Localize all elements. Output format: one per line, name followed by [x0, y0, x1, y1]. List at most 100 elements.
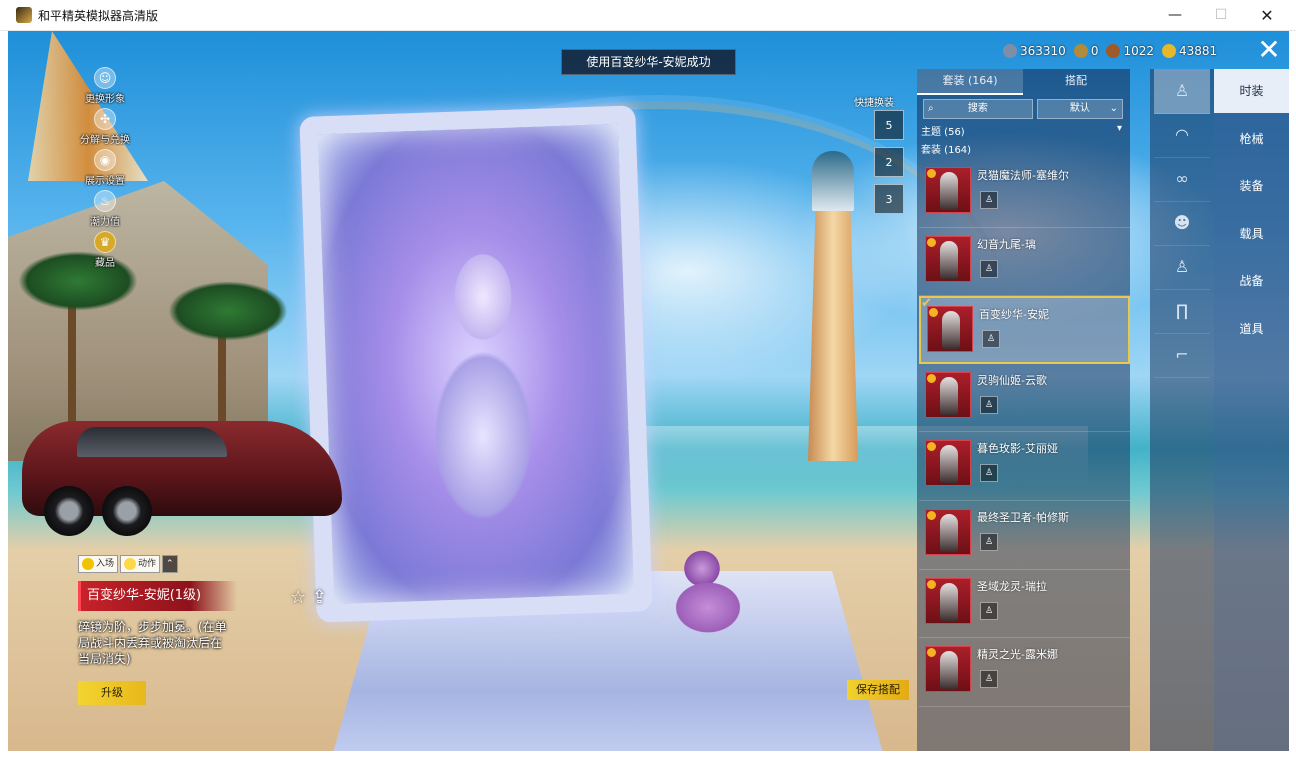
shoes-icon[interactable]: ⌐ — [1154, 333, 1210, 378]
outfit-figure — [940, 445, 958, 484]
set-list-item[interactable]: 圣域龙灵-瑞拉 ♙ — [919, 570, 1130, 639]
currency-value: 0 — [1090, 44, 1099, 58]
currency-bar: 363310 0 1022 43881 — [1003, 41, 1217, 61]
minimize-button[interactable]: — — [1152, 0, 1198, 30]
window-title: 和平精英模拟器高清版 — [38, 9, 159, 23]
tab-vehicles[interactable]: 载具 — [1214, 212, 1289, 256]
expand-button[interactable]: ⌃ — [162, 555, 178, 573]
search-input[interactable]: ⌕ 搜索 — [923, 99, 1033, 119]
set-list-item[interactable]: 幻音九尾-璃 ♙ — [919, 228, 1130, 297]
currency-token[interactable]: 1022 — [1106, 44, 1154, 58]
currency-value: 363310 — [1020, 44, 1066, 58]
set-name: 灵驹仙姬-云歌 — [977, 373, 1047, 387]
action-button[interactable]: 动作 — [120, 555, 161, 573]
entrance-label: 入场 — [96, 559, 115, 569]
quick-swap: 快捷换装 5 2 3 — [854, 94, 914, 214]
tab-sets[interactable]: 套装 (164) — [917, 69, 1023, 95]
outfit-mini-icon: ♙ — [980, 464, 998, 483]
quick-swap-slot[interactable]: 2 — [874, 147, 904, 177]
game-viewport: ☺ 更换形象 ✣ 分解与兑换 ◉ 展示设置 ♨ 潮力值 ♛ 藏品 使用百变纱华-… — [8, 31, 1289, 751]
character-model[interactable] — [428, 231, 538, 561]
quick-swap-label: 快捷换装 — [854, 98, 894, 109]
chevron-up-icon: ⌃ — [166, 559, 174, 569]
pants-icon[interactable]: ∏ — [1154, 289, 1210, 334]
close-screen-button[interactable]: ✕ — [1256, 36, 1282, 64]
lighthouse-lamp — [812, 151, 854, 211]
star-icon[interactable]: ☆ — [290, 587, 306, 608]
face-icon[interactable]: ☻ — [1154, 201, 1210, 246]
outfit-panel: 套装 (164) 搭配 ⌕ 搜索 默认 ⌄ 主题 (56) ▾ 套装 (164) — [917, 69, 1130, 751]
outfit-figure — [940, 376, 958, 415]
gem-icon — [1003, 44, 1017, 58]
app-window: 和平精英模拟器高清版 — ☐ ✕ ☺ 更换形象 ✣ 分解与兑换 ◉ 展示设置 ♨… — [0, 0, 1296, 759]
rarity-badge-icon — [927, 510, 936, 520]
tab-equipment[interactable]: 装备 — [1214, 164, 1289, 208]
entrance-button[interactable]: 入场 — [78, 555, 119, 573]
hat-icon[interactable]: ◠ — [1154, 113, 1210, 158]
set-name: 百变纱华-安妮 — [979, 308, 1049, 322]
rarity-badge-icon — [927, 648, 936, 658]
lighthouse-tower — [808, 211, 858, 461]
menu-change-appearance[interactable]: ☺ 更换形象 — [70, 67, 140, 108]
set-list-item[interactable]: 灵猫魔法师-塞维尔 ♙ — [919, 159, 1130, 228]
menu-display-settings[interactable]: ◉ 展示设置 — [70, 149, 140, 190]
outfit-mini-icon: ♙ — [980, 395, 998, 414]
sort-dropdown[interactable]: 默认 ⌄ — [1036, 99, 1123, 119]
category-icon-bar: ♙ ◠ ∞ ☻ ♙ ∏ ⌐ — [1150, 69, 1214, 751]
outfit-figure — [940, 582, 958, 621]
theme-filter[interactable]: 主题 (56) ▾ — [921, 123, 1126, 138]
vehicle-model — [22, 401, 342, 536]
person-icon: ☺ — [94, 67, 116, 89]
set-list-item-selected[interactable]: ✔ 百变纱华-安妮 ♙ — [919, 296, 1130, 364]
rarity-badge-icon — [927, 442, 936, 452]
action-label: 动作 — [138, 559, 157, 569]
flame-icon: ♨ — [94, 190, 116, 212]
set-list-item[interactable]: 暮色玫影-艾丽娅 ♙ — [919, 432, 1130, 501]
quick-swap-slot[interactable]: 3 — [874, 184, 904, 214]
set-thumbnail — [925, 646, 971, 693]
quick-swap-slot[interactable]: 5 — [874, 110, 904, 140]
close-window-button[interactable]: ✕ — [1244, 0, 1290, 30]
tab-guns[interactable]: 枪械 — [1214, 117, 1289, 161]
top-icon[interactable]: ♙ — [1154, 245, 1210, 290]
item-info: 入场 动作 ⌃ 百变纱华-安妮(1级) 碎镜为阶，步步加冕。(在单局战斗内丢弃或… — [78, 555, 318, 705]
set-name: 幻音九尾-璃 — [977, 237, 1036, 251]
tab-items[interactable]: 道具 — [1214, 307, 1289, 351]
currency-gold[interactable]: 43881 — [1162, 44, 1217, 58]
set-thumbnail — [925, 577, 971, 624]
lighthouse-decoration — [798, 131, 868, 461]
set-count: 套装 (164) — [921, 145, 972, 156]
panel-tabs: 套装 (164) 搭配 — [917, 69, 1130, 95]
set-name: 灵猫魔法师-塞维尔 — [977, 169, 1069, 182]
save-combo-button[interactable]: 保存搭配 — [847, 680, 909, 700]
swap-icon: ✣ — [94, 108, 116, 130]
outfit-mini-icon: ♙ — [982, 330, 1000, 349]
token-icon — [1106, 44, 1121, 58]
currency-gem[interactable]: 363310 — [1003, 44, 1066, 58]
crown-icon: ♛ — [94, 231, 116, 253]
outfit-icon[interactable]: ♙ — [1154, 69, 1210, 114]
set-list-item[interactable]: 精灵之光-露米娜 ♙ — [919, 638, 1130, 707]
menu-decompose-exchange[interactable]: ✣ 分解与兑换 — [70, 108, 140, 149]
item-description: 碎镜为阶，步步加冕。(在单局战斗内丢弃或被淘汰后在当局消失) — [78, 620, 227, 666]
currency-coin[interactable]: 0 — [1073, 44, 1099, 58]
share-icon[interactable]: ⇪ — [312, 587, 327, 608]
set-list-item[interactable]: 灵驹仙姬-云歌 ♙ — [919, 364, 1130, 433]
set-thumbnail — [925, 235, 971, 282]
action-row: 入场 动作 ⌃ — [78, 555, 318, 573]
rarity-badge-icon — [929, 308, 938, 318]
set-list: 灵猫魔法师-塞维尔 ♙ 幻音九尾-璃 ♙ ✔ 百变纱华-安妮 ♙ 灵驹仙姬-云歌 — [919, 159, 1130, 707]
upgrade-button[interactable]: 升级 — [78, 681, 146, 705]
set-list-item[interactable]: 最终圣卫者-帕修斯 ♙ — [919, 501, 1130, 570]
tab-fashion[interactable]: 时装 — [1214, 69, 1289, 113]
search-placeholder: 搜索 — [967, 103, 988, 114]
maximize-button[interactable]: ☐ — [1198, 0, 1244, 30]
rarity-badge-icon — [927, 579, 936, 589]
glasses-icon[interactable]: ∞ — [1154, 157, 1210, 202]
tab-combat-prep[interactable]: 战备 — [1214, 259, 1289, 303]
tab-combos[interactable]: 搭配 — [1023, 69, 1129, 93]
menu-collection[interactable]: ♛ 藏品 — [70, 231, 140, 272]
search-row: ⌕ 搜索 默认 ⌄ — [923, 99, 1123, 119]
menu-trend-value[interactable]: ♨ 潮力值 — [70, 190, 140, 231]
car-window — [77, 427, 227, 457]
